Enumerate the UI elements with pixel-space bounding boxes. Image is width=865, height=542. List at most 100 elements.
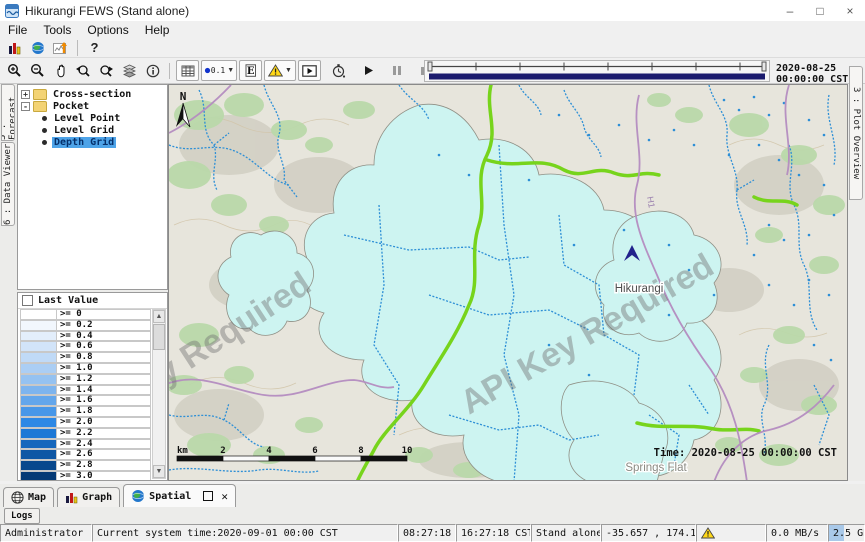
tab-spatial[interactable]: Spatial ✕ <box>123 484 236 507</box>
legend-row[interactable]: >= 1.2 <box>20 374 151 385</box>
tab-data-viewer[interactable]: 6 : Data Viewer <box>1 142 15 226</box>
legend-scrollbar[interactable]: ▲ ▼ <box>152 309 166 479</box>
chevron-down-icon: ▼ <box>285 67 292 74</box>
time-slider[interactable] <box>424 60 770 82</box>
legend-swatch <box>20 406 57 417</box>
legend-row[interactable]: >= 0.4 <box>20 331 151 342</box>
node-bullet-icon <box>42 128 47 133</box>
legend-label: >= 2.8 <box>57 460 151 471</box>
scroll-down-icon[interactable]: ▼ <box>153 465 165 478</box>
left-tab-strip: 5 : Forecast 6 : Data Viewer <box>0 84 16 481</box>
menu-tools[interactable]: Tools <box>35 21 79 38</box>
map-display-icon[interactable] <box>27 38 48 57</box>
toolbar-separator <box>169 63 170 79</box>
chevron-down-icon: ▼ <box>227 67 234 74</box>
legend-label: >= 0.4 <box>57 331 151 342</box>
expander-icon[interactable]: - <box>21 102 30 111</box>
toolbar-separator <box>77 40 78 56</box>
legend-swatch <box>20 352 57 363</box>
legend-label: >= 1.6 <box>57 395 151 406</box>
status-mode: Stand alone <box>531 524 601 542</box>
legend-swatch <box>20 363 57 374</box>
menu-options[interactable]: Options <box>79 21 136 38</box>
tree-item-level-grid[interactable]: Level Grid <box>18 124 167 136</box>
movie-player-icon[interactable] <box>298 60 321 81</box>
timeseries-display-icon[interactable] <box>50 38 71 57</box>
window-title: Hikurangi FEWS (Stand alone) <box>25 4 189 18</box>
menu-file[interactable]: File <box>0 21 35 38</box>
bar-chart-icon <box>65 492 78 504</box>
tree-item-level-point[interactable]: Level Point <box>18 112 167 124</box>
legend-row[interactable]: >= 0 <box>20 309 151 320</box>
status-gmt-time: 08:27:18 GMT <box>398 524 456 542</box>
forecast-manager-icon[interactable] <box>4 38 25 57</box>
pan-hand-icon[interactable] <box>50 61 71 80</box>
status-warning-cell[interactable] <box>696 524 766 542</box>
app-logo-icon <box>5 4 19 18</box>
zoom-next-icon[interactable] <box>96 61 117 80</box>
zoom-previous-icon[interactable] <box>73 61 94 80</box>
animation-settings-icon[interactable] <box>328 61 349 80</box>
legend-row[interactable]: >= 1.8 <box>20 406 151 417</box>
legend-row[interactable]: >= 1.4 <box>20 385 151 396</box>
legend-row[interactable]: >= 1.0 <box>20 363 151 374</box>
last-value-checkbox[interactable] <box>22 295 33 306</box>
tab-close-icon[interactable]: ✕ <box>221 490 228 503</box>
legend-row[interactable]: >= 0.6 <box>20 341 151 352</box>
legend-row[interactable]: >= 2.0 <box>20 417 151 428</box>
status-user: Administrator <box>0 524 92 542</box>
main-area: 5 : Forecast 6 : Data Viewer + Cross-sec… <box>0 84 865 481</box>
tab-graph[interactable]: Graph <box>57 487 120 507</box>
maximize-button[interactable]: □ <box>805 0 835 21</box>
tab-forecast[interactable]: 5 : Forecast <box>1 84 15 141</box>
legend-row[interactable]: >= 2.4 <box>20 439 151 450</box>
legend-row[interactable]: >= 1.6 <box>20 395 151 406</box>
legend-swatch <box>20 374 57 385</box>
tab-plot-overview[interactable]: 3 : Plot Overview <box>849 66 863 200</box>
legend-swatch <box>20 331 57 342</box>
info-icon[interactable] <box>142 61 163 80</box>
legend-row[interactable]: >= 0.2 <box>20 320 151 331</box>
map-view[interactable]: H1 API Key Required API Key Required Hik… <box>168 84 848 481</box>
legend-swatch <box>20 471 57 480</box>
folder-icon <box>33 101 47 112</box>
menu-help[interactable]: Help <box>137 21 178 38</box>
zoom-in-icon[interactable] <box>4 61 25 80</box>
legend-row[interactable]: >= 2.8 <box>20 460 151 471</box>
scroll-up-icon[interactable]: ▲ <box>153 310 165 323</box>
grid-display-icon[interactable] <box>176 60 199 81</box>
legend-label: >= 0.6 <box>57 341 151 352</box>
minimize-button[interactable]: – <box>775 0 805 21</box>
tree-item-cross-section[interactable]: + Cross-section <box>18 88 167 100</box>
node-bullet-icon <box>42 140 47 145</box>
play-button[interactable] <box>358 61 379 80</box>
layers-icon[interactable] <box>119 61 140 80</box>
tab-map[interactable]: Map <box>3 487 54 507</box>
zoom-out-icon[interactable] <box>27 61 48 80</box>
legend-row[interactable]: >= 0.8 <box>20 352 151 363</box>
tree-item-pocket[interactable]: - Pocket <box>18 100 167 112</box>
close-button[interactable]: × <box>835 0 865 21</box>
logs-tab[interactable]: Logs <box>4 508 40 524</box>
tree-item-depth-grid[interactable]: Depth Grid <box>18 136 167 148</box>
expander-icon[interactable]: + <box>21 90 30 99</box>
pause-button[interactable] <box>386 61 407 80</box>
legend-label: >= 3.0 <box>57 471 151 480</box>
warning-icon <box>701 527 715 539</box>
help-button[interactable]: ? <box>84 38 105 57</box>
legend-row[interactable]: >= 3.0 <box>20 471 151 480</box>
scroll-thumb[interactable] <box>153 324 165 350</box>
node-bullet-icon <box>42 116 47 121</box>
bottom-tab-bar: Map Graph Spatial ✕ <box>0 484 865 507</box>
svg-text:km: km <box>177 446 188 456</box>
legend-swatch <box>20 341 57 352</box>
warnings-dropdown[interactable]: ▼ <box>264 60 296 81</box>
legend-rows: >= 0>= 0.2>= 0.4>= 0.6>= 0.8>= 1.0>= 1.2… <box>20 309 151 480</box>
place-label-hikurangi: Hikurangi <box>615 283 664 295</box>
legend-row[interactable]: >= 2.2 <box>20 428 151 439</box>
contour-interval-dropdown[interactable]: 0.1 ▼ <box>201 60 237 81</box>
legend-label: >= 1.4 <box>57 385 151 396</box>
tab-maximize-icon[interactable] <box>203 491 213 501</box>
legend-row[interactable]: >= 2.6 <box>20 449 151 460</box>
legend-toggle-icon[interactable]: E <box>239 60 262 81</box>
